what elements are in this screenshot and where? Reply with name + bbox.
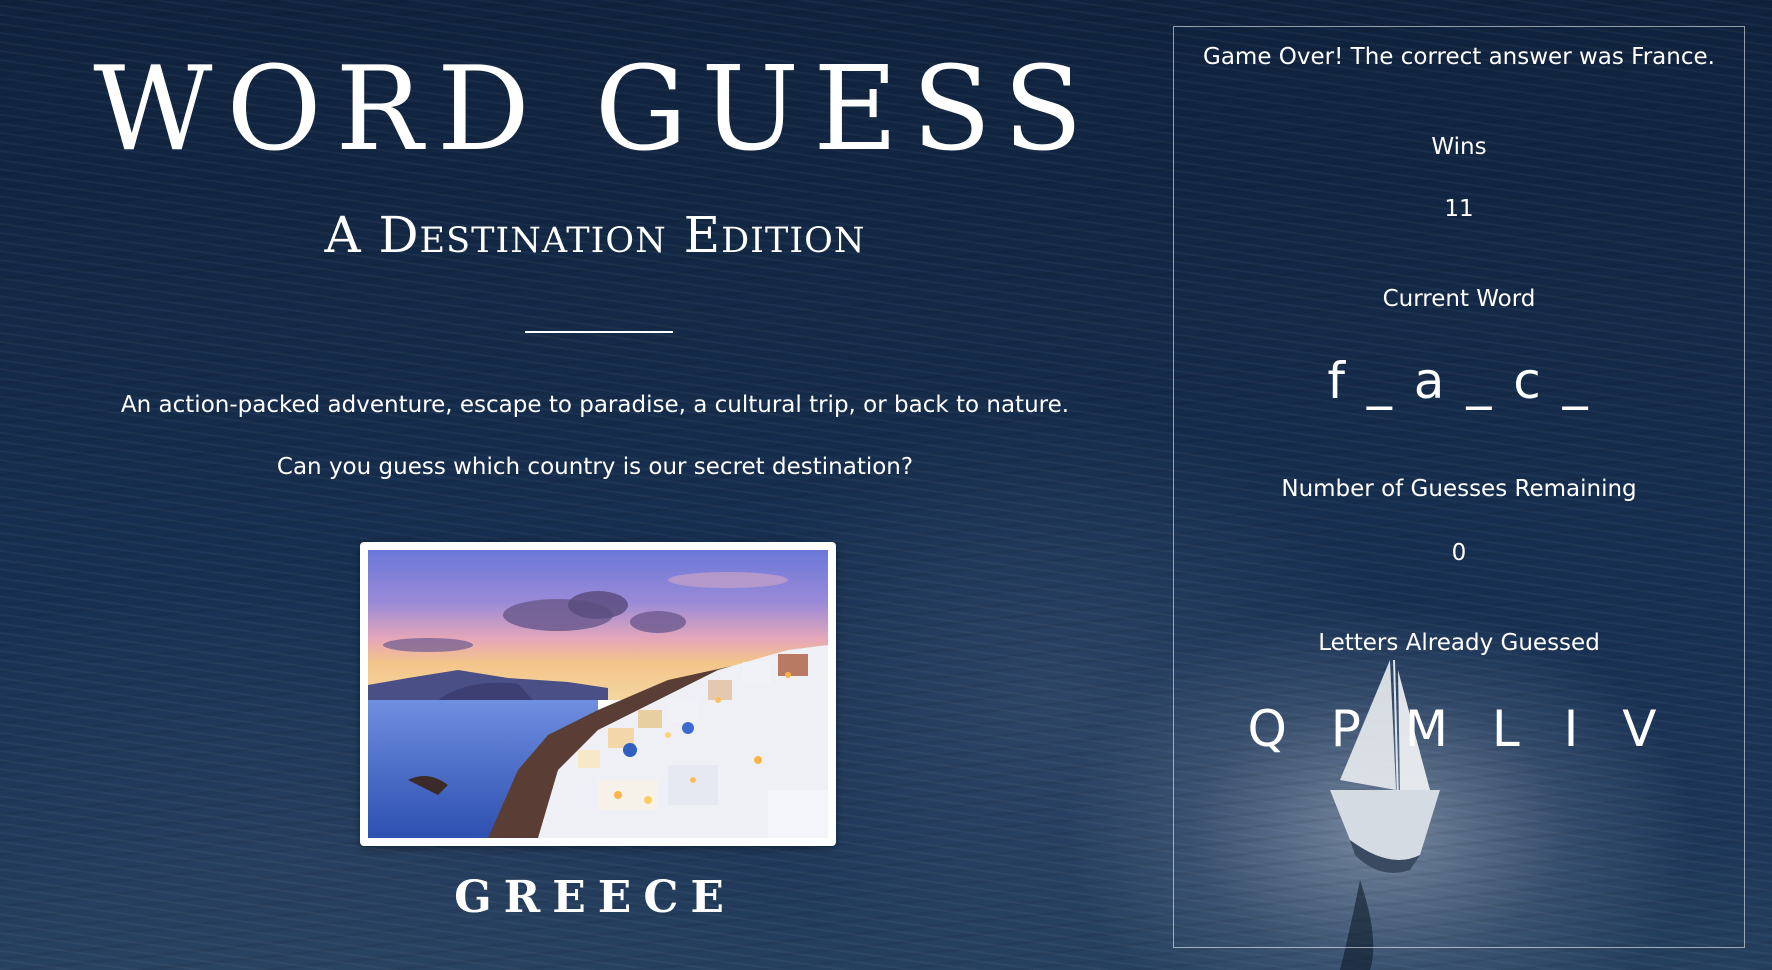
left-column: WORD GUESS A Destination Edition An acti… [0, 0, 1190, 970]
wins-value: 11 [1444, 196, 1474, 222]
wins-label: Wins [1431, 134, 1487, 160]
question-text: Can you guess which country is our secre… [276, 454, 914, 480]
intro-text: An action-packed adventure, escape to pa… [120, 392, 1070, 418]
current-word-value: f _ a _ c _ [1327, 352, 1591, 410]
guesses-remaining-value: 0 [1451, 540, 1467, 566]
guesses-remaining-label: Number of Guesses Remaining [1281, 476, 1637, 502]
title-divider [525, 331, 673, 333]
destination-photo-frame [360, 542, 836, 846]
letters-guessed-label: Letters Already Guessed [1318, 630, 1600, 656]
destination-caption: GREECE [454, 872, 736, 923]
page-subtitle: A Destination Edition [324, 206, 866, 264]
letters-guessed-value: Q P M L I V [1247, 700, 1671, 758]
current-word-label: Current Word [1382, 286, 1536, 312]
page-title: WORD GUESS [93, 42, 1097, 177]
santorini-photo [368, 550, 828, 838]
game-status-message: Game Over! The correct answer was France… [1203, 44, 1715, 70]
